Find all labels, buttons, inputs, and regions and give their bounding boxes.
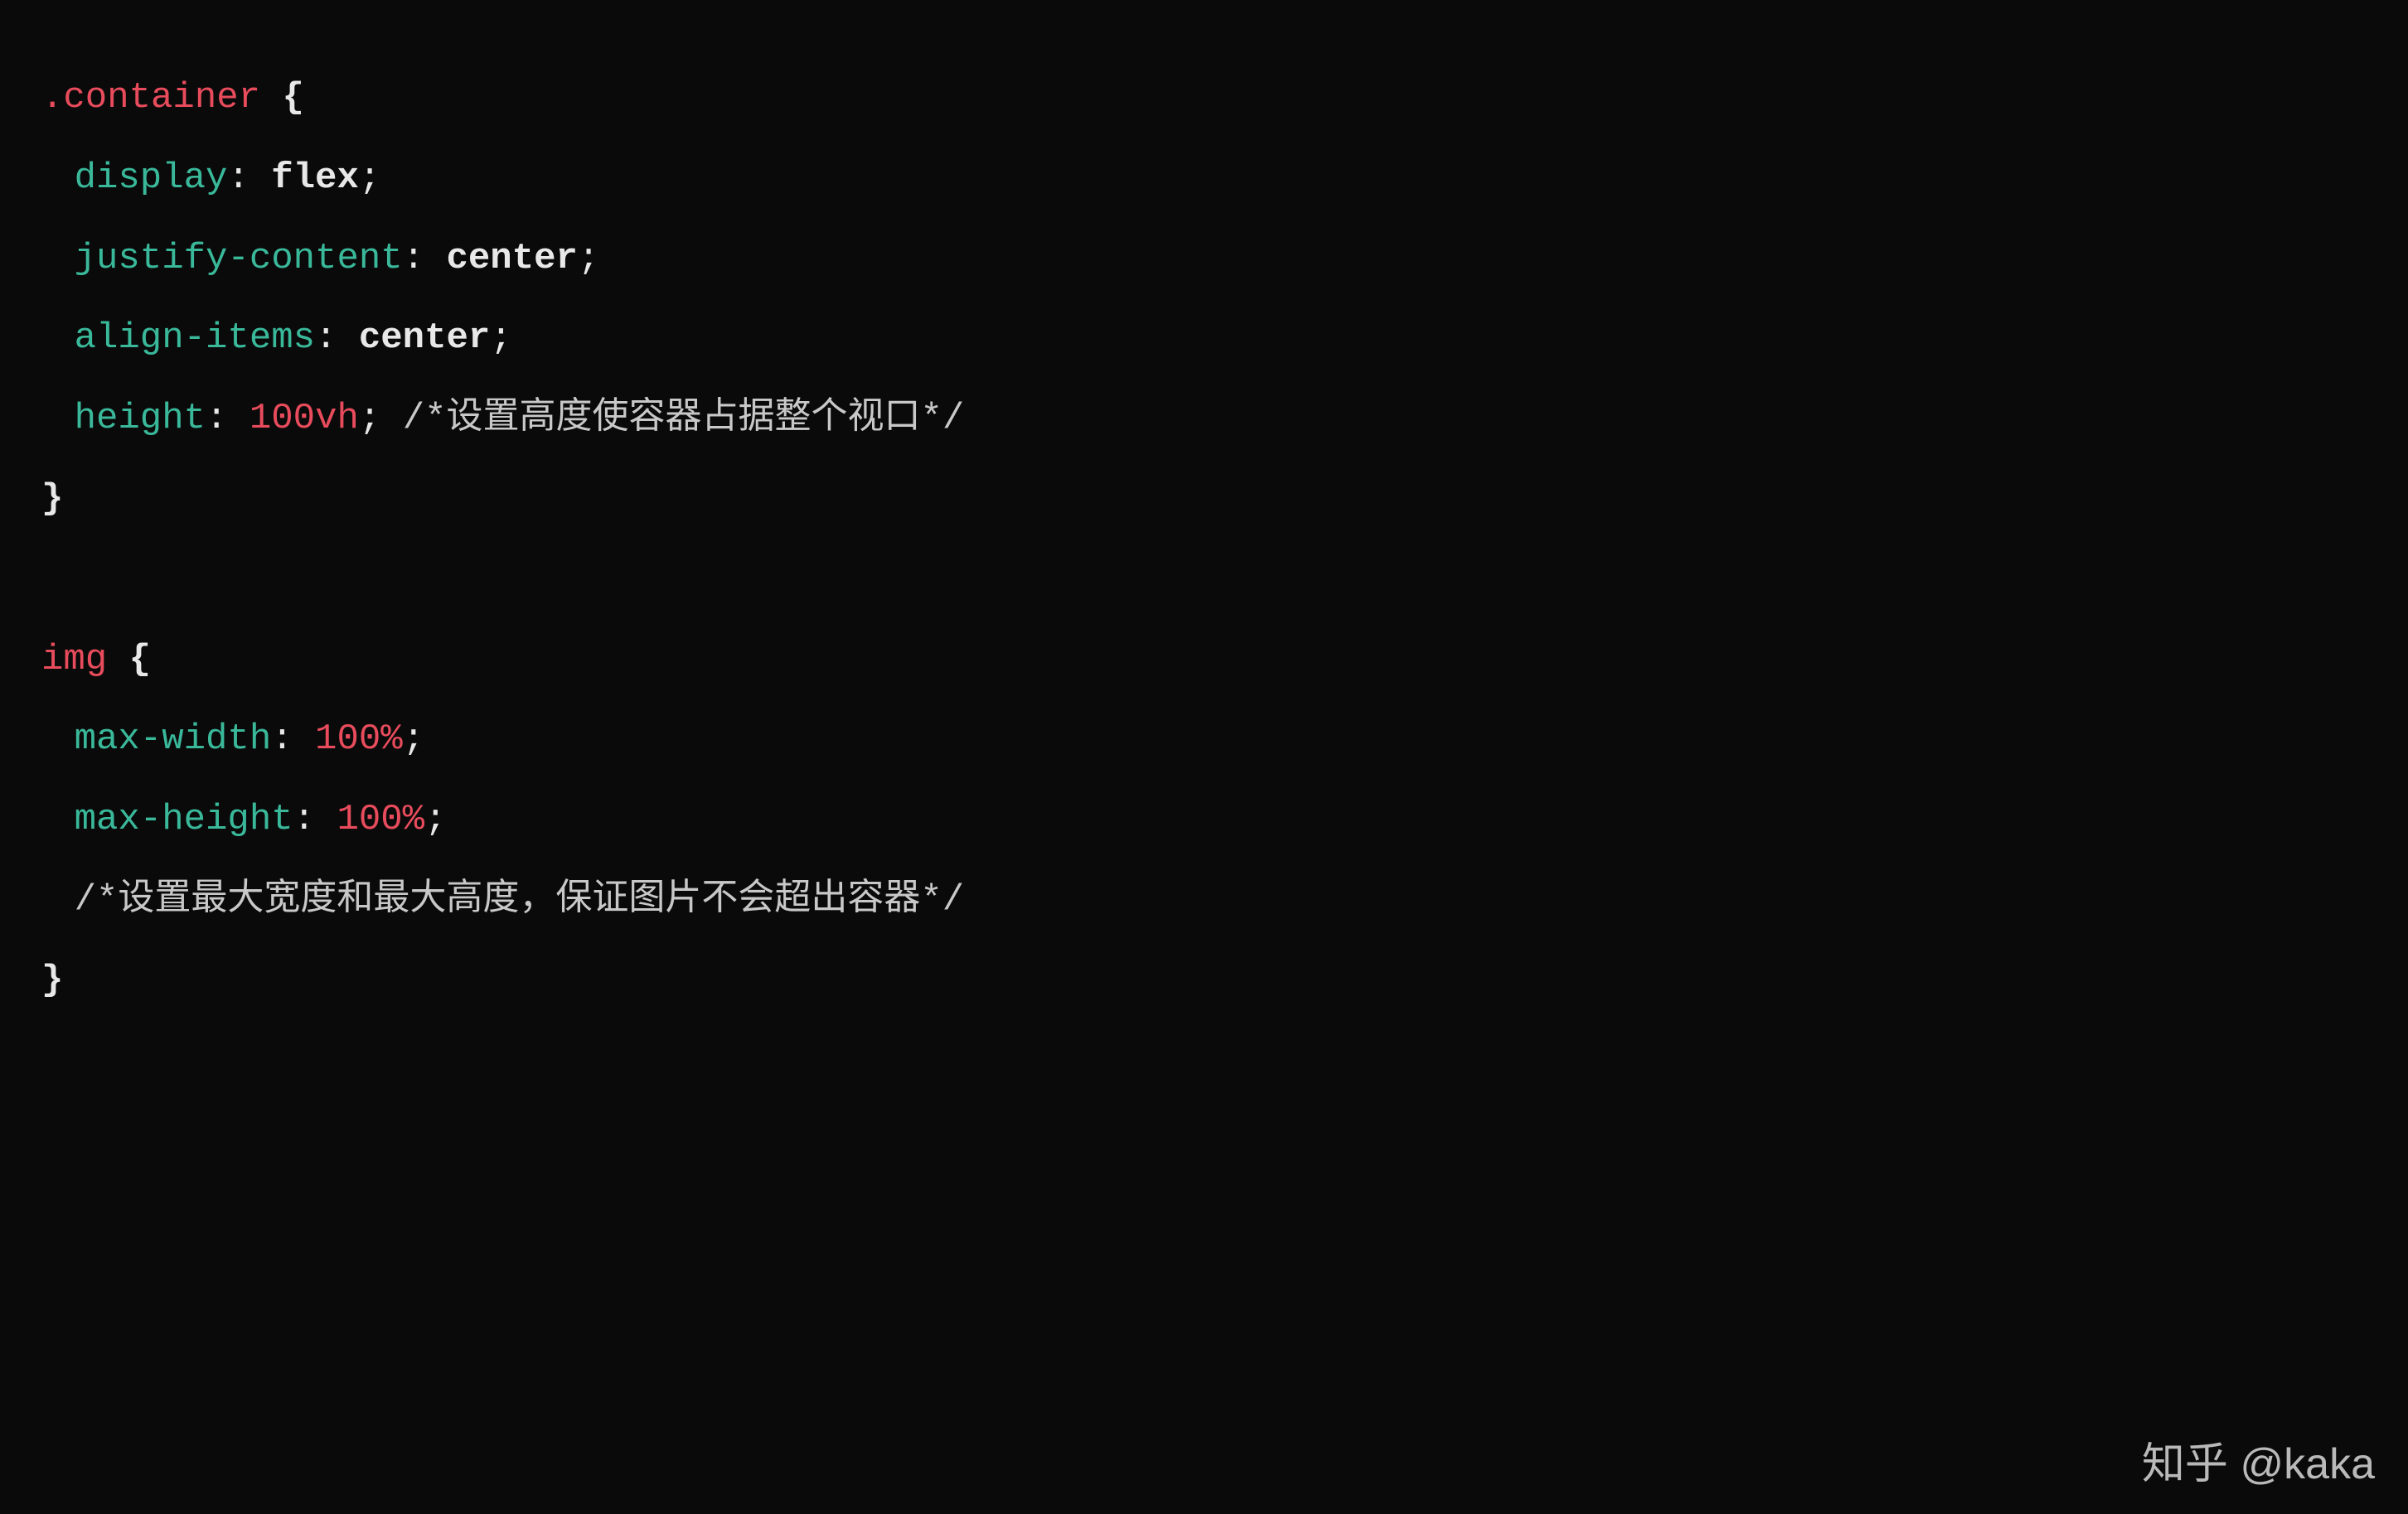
semicolon: ;: [359, 398, 380, 439]
code-line: height: 100vh; /*设置高度使容器占据整个视口*/: [41, 379, 2367, 459]
selector-dot: .: [41, 77, 63, 119]
css-comment: /*设置高度使容器占据整个视口*/: [403, 398, 965, 439]
css-unit: vh: [315, 398, 359, 439]
semicolon: ;: [359, 157, 380, 199]
colon: :: [227, 157, 271, 199]
css-number: 100: [250, 398, 315, 439]
css-property: max-width: [75, 718, 272, 760]
semicolon: ;: [403, 718, 424, 760]
css-property: align-items: [75, 317, 315, 359]
semicolon: ;: [578, 238, 599, 279]
watermark: 知乎 @kaka: [2142, 1429, 2375, 1491]
code-line: max-width: 100%;: [41, 699, 2367, 780]
colon: :: [206, 398, 250, 439]
css-comment: /*设置最大宽度和最大高度，保证图片不会超出容器*/: [75, 879, 965, 921]
css-property: justify-content: [75, 238, 403, 279]
colon: :: [271, 718, 315, 760]
css-value: center: [359, 317, 490, 359]
code-line: align-items: center;: [41, 298, 2367, 379]
close-brace: }: [41, 478, 63, 520]
colon: :: [315, 317, 359, 359]
css-property: display: [75, 157, 228, 199]
code-line: max-height: 100%;: [41, 780, 2367, 860]
semicolon: ;: [424, 799, 446, 840]
colon: :: [293, 799, 337, 840]
css-property: max-height: [75, 799, 293, 840]
selector-name: container: [63, 77, 260, 119]
blank-line: [41, 539, 2367, 620]
css-value: flex: [271, 157, 359, 199]
close-brace: }: [41, 960, 63, 1001]
code-line: .container {: [41, 58, 2367, 138]
semicolon: ;: [490, 317, 511, 359]
css-code-block: .container { display: flex; justify-cont…: [41, 58, 2367, 1021]
css-property: height: [75, 398, 206, 439]
open-brace: {: [260, 77, 304, 119]
selector-tag: img: [41, 639, 107, 680]
open-brace: {: [107, 639, 151, 680]
code-line: justify-content: center;: [41, 219, 2367, 299]
code-line: }: [41, 459, 2367, 539]
code-line: /*设置最大宽度和最大高度，保证图片不会超出容器*/: [41, 860, 2367, 941]
code-line: display: flex;: [41, 138, 2367, 219]
css-number: 100%: [337, 799, 424, 840]
code-line: img {: [41, 620, 2367, 700]
colon: :: [403, 238, 447, 279]
code-line: }: [41, 941, 2367, 1021]
css-number: 100%: [315, 718, 403, 760]
css-value: center: [446, 238, 577, 279]
